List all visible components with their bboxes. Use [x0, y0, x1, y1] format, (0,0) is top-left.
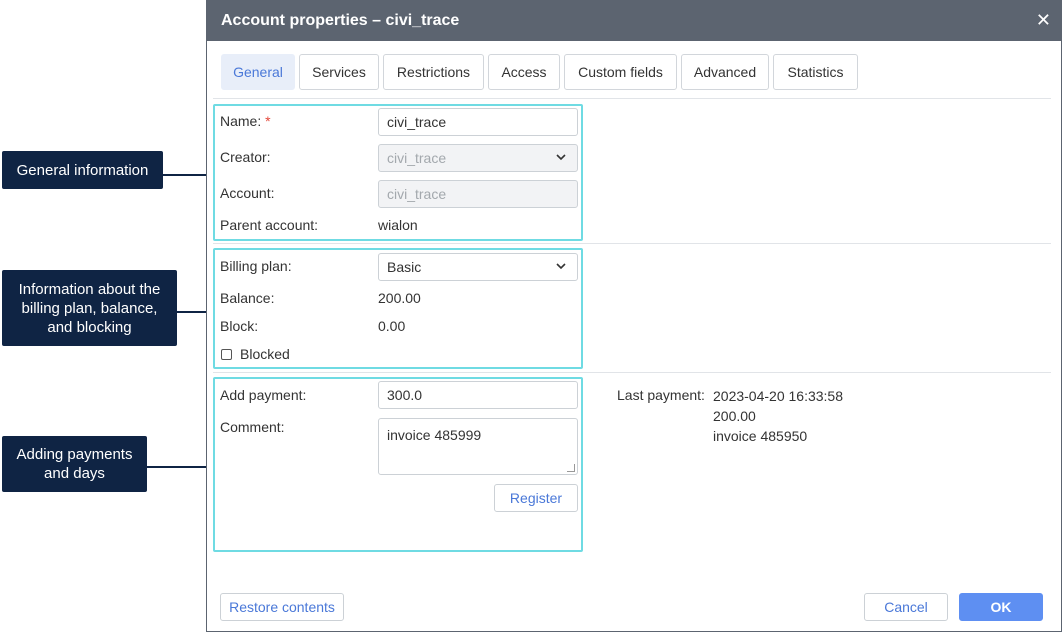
tab-custom-fields[interactable]: Custom fields	[564, 54, 677, 90]
add-payment-label: Add payment:	[220, 387, 307, 403]
creator-select-value: civi_trace	[387, 150, 447, 166]
creator-select: civi_trace	[378, 144, 578, 172]
billing-plan-label: Billing plan:	[220, 258, 292, 274]
balance-value: 200.00	[378, 290, 421, 306]
dialog-titlebar[interactable]: Account properties – civi_trace ✕	[207, 1, 1061, 41]
tab-statistics[interactable]: Statistics	[773, 54, 858, 90]
register-button[interactable]: Register	[494, 484, 578, 512]
chevron-down-icon	[555, 145, 567, 180]
account-field-value: civi_trace	[387, 186, 447, 202]
blocked-label[interactable]: Blocked	[240, 346, 290, 362]
callout-general-text: General information	[16, 161, 149, 179]
balance-label: Balance:	[220, 290, 275, 306]
parent-account-label: Parent account:	[220, 217, 319, 233]
required-mark: *	[265, 113, 271, 129]
add-payment-value: 300.0	[387, 387, 423, 403]
tab-restrictions[interactable]: Restrictions	[383, 54, 484, 90]
creator-label: Creator:	[220, 149, 271, 165]
ok-button[interactable]: OK	[959, 593, 1043, 621]
tab-services[interactable]: Services	[299, 54, 379, 90]
last-payment-amount: 200.00	[713, 408, 756, 424]
name-label: Name: *	[220, 113, 271, 129]
callout-billing-information: Information about the billing plan, bala…	[2, 270, 177, 346]
block-value: 0.00	[378, 318, 406, 334]
comment-label: Comment:	[220, 419, 285, 435]
callout-payments-connector	[147, 466, 213, 468]
callout-payments-text: Adding payments and days	[16, 446, 133, 482]
blocked-checkbox[interactable]	[221, 349, 232, 360]
cancel-button[interactable]: Cancel	[864, 593, 948, 621]
billing-plan-value: Basic	[387, 259, 422, 275]
account-properties-dialog: Account properties – civi_trace ✕ Genera…	[206, 0, 1062, 632]
tabs-divider	[213, 98, 1051, 99]
last-payment-comment: invoice 485950	[713, 428, 808, 444]
tab-access[interactable]: Access	[488, 54, 560, 90]
chevron-down-icon	[555, 254, 567, 289]
callout-adding-payments: Adding payments and days	[2, 436, 147, 492]
comment-textarea[interactable]: invoice 485999	[378, 418, 578, 475]
block-label: Block:	[220, 318, 259, 334]
name-input-value: civi_trace	[387, 114, 447, 130]
account-label: Account:	[220, 185, 275, 201]
section-divider-2	[213, 372, 1051, 373]
close-icon[interactable]: ✕	[1036, 10, 1051, 30]
comment-value: invoice 485999	[387, 427, 482, 443]
dialog-title: Account properties – civi_trace	[221, 12, 460, 29]
tab-advanced[interactable]: Advanced	[681, 54, 769, 90]
name-input[interactable]: civi_trace	[378, 108, 578, 136]
name-label-text: Name:	[220, 113, 262, 129]
last-payment-date: 2023-04-20 16:33:58	[713, 388, 843, 404]
last-payment-label: Last payment:	[617, 387, 705, 403]
account-field: civi_trace	[378, 180, 578, 208]
tab-general[interactable]: General	[221, 54, 295, 90]
parent-account-value: wialon	[378, 217, 418, 233]
section-divider-1	[213, 243, 1051, 244]
billing-plan-select[interactable]: Basic	[378, 253, 578, 281]
callout-general-information: General information	[2, 151, 163, 189]
restore-contents-button[interactable]: Restore contents	[220, 593, 344, 621]
callout-billing-text: Information about the billing plan, bala…	[18, 280, 161, 336]
add-payment-input[interactable]: 300.0	[378, 381, 578, 409]
resize-handle-icon[interactable]	[567, 464, 575, 472]
